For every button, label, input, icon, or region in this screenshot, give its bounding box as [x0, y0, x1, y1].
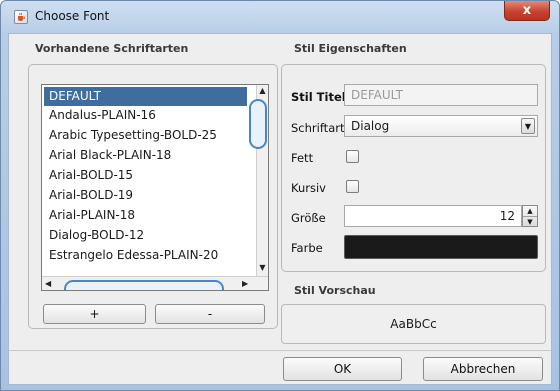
properties-heading: Stil Eigenschaften — [294, 42, 407, 55]
fonts-heading: Vorhandene Schriftarten — [35, 42, 189, 55]
title-bar[interactable]: Choose Font x — [1, 1, 559, 33]
font-list[interactable]: DEFAULT Andalus-PLAIN-16 Arabic Typesett… — [41, 84, 269, 291]
ok-button[interactable]: OK — [283, 357, 402, 381]
preview-heading: Stil Vorschau — [294, 284, 376, 297]
font-list-item[interactable]: Estrangelo Edessa-PLAIN-20 — [44, 246, 247, 265]
bold-checkbox[interactable] — [346, 150, 359, 163]
chevron-down-icon[interactable]: ▼ — [521, 118, 535, 134]
triangle-right-icon[interactable]: ▶ — [242, 278, 248, 289]
add-font-button[interactable]: + — [43, 304, 146, 324]
style-title-label: Stil Titel — [291, 90, 346, 104]
close-icon: x — [522, 3, 532, 18]
font-list-item[interactable]: Andalus-PLAIN-16 — [44, 106, 247, 125]
triangle-down-icon[interactable]: ▼ — [258, 263, 267, 273]
font-list-item[interactable]: DEFAULT — [44, 87, 247, 106]
triangle-down-icon[interactable]: ▼ — [523, 216, 537, 227]
horizontal-scrollbar[interactable]: ◀ ▶ — [42, 276, 268, 290]
font-list-item[interactable]: Arial-BOLD-19 — [44, 186, 247, 205]
vertical-scroll-thumb[interactable] — [249, 99, 267, 149]
italic-label: Kursiv — [291, 181, 326, 195]
style-title-field[interactable]: DEFAULT — [344, 84, 538, 106]
font-family-label: Schriftart — [291, 121, 345, 135]
triangle-up-icon[interactable]: ▲ — [523, 206, 537, 216]
font-family-value: Dialog — [351, 119, 390, 133]
close-button[interactable]: x — [504, 1, 550, 21]
vertical-scrollbar[interactable]: ▲ ▼ — [249, 85, 268, 276]
font-family-select[interactable]: Dialog ▼ — [344, 115, 538, 137]
font-list-item[interactable]: Arabic Typesetting-BOLD-25 — [44, 126, 247, 145]
font-list-item[interactable]: Arial Black-PLAIN-18 — [44, 146, 247, 165]
size-spinner[interactable]: ▲ ▼ — [522, 205, 538, 227]
size-label: Größe — [291, 211, 326, 225]
choose-font-dialog: Choose Font x Vorhandene Schriftarten DE… — [0, 0, 560, 391]
size-spinner-field[interactable]: 12 — [344, 205, 522, 227]
triangle-left-icon[interactable]: ◀ — [45, 278, 51, 289]
font-list-item[interactable]: Arial-BOLD-15 — [44, 166, 247, 185]
dialog-content: Vorhandene Schriftarten DEFAULT Andalus-… — [8, 33, 552, 385]
font-list-item[interactable]: Arial-PLAIN-18 — [44, 206, 247, 225]
italic-checkbox[interactable] — [346, 180, 359, 193]
horizontal-scroll-thumb[interactable] — [64, 280, 224, 290]
remove-font-button[interactable]: - — [155, 304, 265, 324]
style-preview: AaBbCc — [281, 304, 546, 344]
window-title: Choose Font — [35, 9, 110, 23]
cancel-button[interactable]: Abbrechen — [423, 357, 543, 381]
triangle-up-icon[interactable]: ▲ — [258, 86, 267, 96]
font-list-item[interactable]: Dialog-BOLD-12 — [44, 226, 247, 245]
footer-divider — [9, 350, 551, 351]
java-coffee-cup-icon — [14, 10, 28, 24]
bold-label: Fett — [291, 151, 314, 165]
color-swatch-button[interactable] — [344, 235, 538, 259]
color-label: Farbe — [291, 241, 323, 255]
